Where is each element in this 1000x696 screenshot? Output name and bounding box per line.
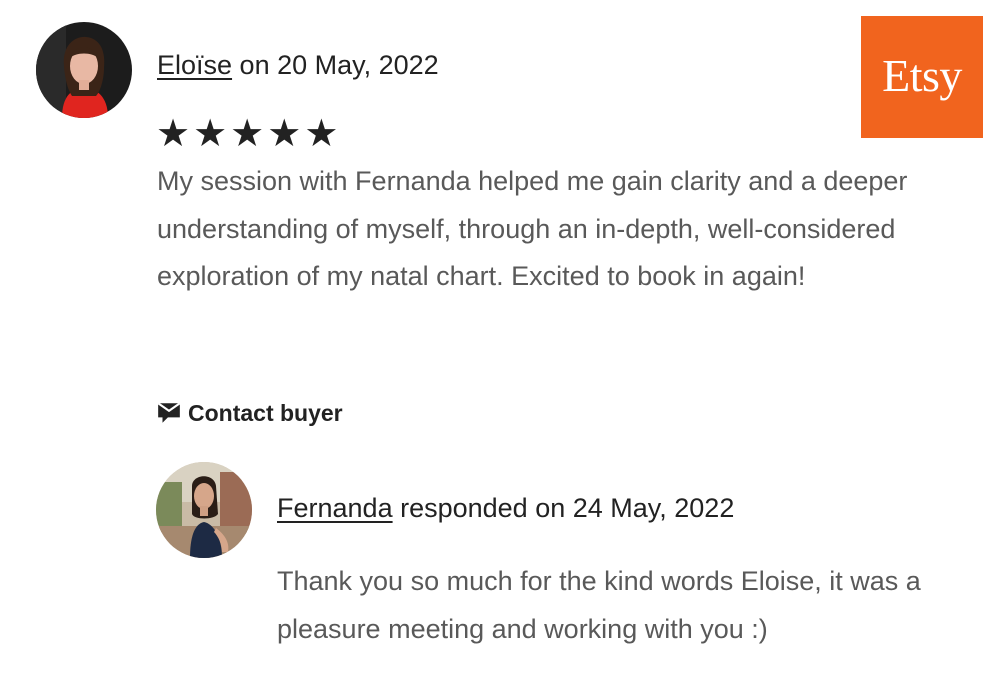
star-rating: ★ ★ ★ ★ ★ [156,114,338,154]
message-icon [157,402,181,423]
seller-avatar[interactable] [156,462,252,558]
review-date: on 20 May, 2022 [232,50,439,80]
seller-name-link[interactable]: Fernanda [277,493,393,523]
response-date: responded on 24 May, 2022 [392,493,735,523]
etsy-logo: Etsy [861,16,983,138]
reviewer-photo [36,22,132,118]
star-icon: ★ [267,113,302,155]
star-icon: ★ [156,113,191,155]
response-byline: Fernanda responded on 24 May, 2022 [277,491,734,525]
reviewer-name-link[interactable]: Eloïse [157,50,232,80]
star-icon: ★ [193,113,228,155]
etsy-logo-text: Etsy [882,50,962,101]
review-text: My session with Fernanda helped me gain … [157,166,908,291]
seller-photo [156,462,252,558]
response-text: Thank you so much for the kind words Elo… [277,566,921,644]
reviewer-avatar[interactable] [36,22,132,118]
contact-buyer-label: Contact buyer [188,400,343,426]
star-icon: ★ [304,113,339,155]
review-byline: Eloïse on 20 May, 2022 [157,48,439,82]
star-icon: ★ [230,113,265,155]
contact-buyer-button[interactable]: Contact buyer [156,398,343,428]
